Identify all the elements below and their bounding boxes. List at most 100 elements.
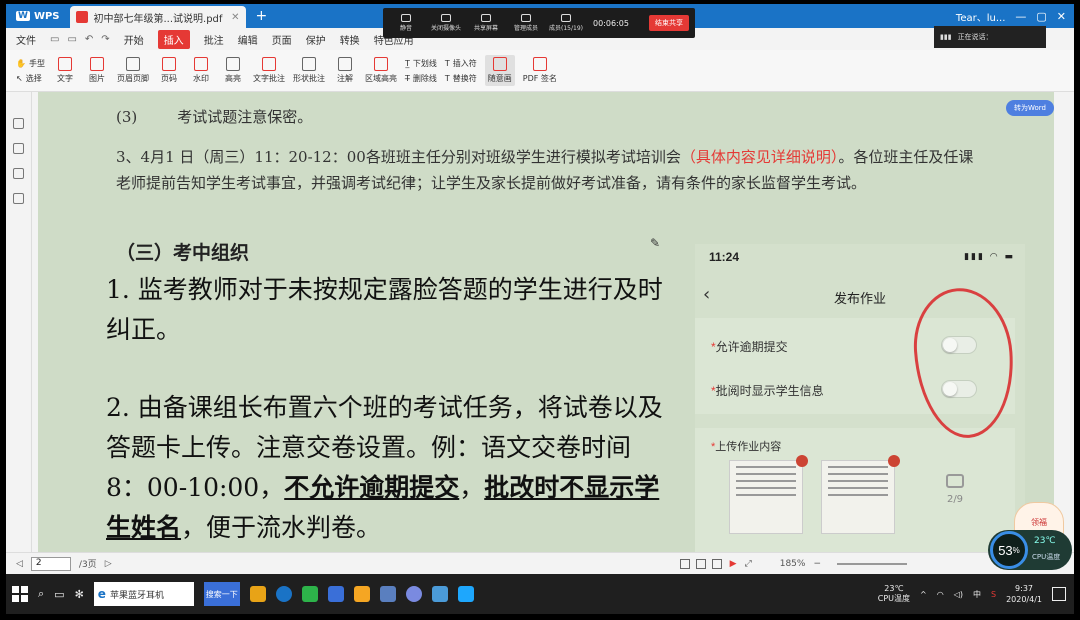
menu-convert[interactable]: 转换 bbox=[340, 32, 360, 47]
media-player-icon[interactable] bbox=[353, 586, 370, 602]
menu-page[interactable]: 页面 bbox=[272, 32, 292, 47]
undo-icon[interactable]: ↶ bbox=[85, 34, 93, 45]
replace-symbol-label: 替换符 bbox=[452, 73, 477, 83]
phone-signal-icon: ▮▮▮ ◠ ▬ bbox=[964, 252, 1015, 262]
text-tool-button[interactable]: 文字 bbox=[53, 57, 77, 84]
search-icon[interactable]: ⌕ bbox=[38, 587, 44, 601]
end-share-button[interactable]: 结束共享 bbox=[649, 15, 689, 31]
task-view-icon[interactable]: ▭ bbox=[54, 588, 64, 601]
member-count-button[interactable]: 成员(15/19) bbox=[549, 14, 583, 32]
text-comment-button[interactable]: 文字批注 bbox=[253, 57, 285, 84]
menu-comment[interactable]: 批注 bbox=[204, 32, 224, 47]
mute-label: 静音 bbox=[399, 25, 412, 32]
wps-home-tab[interactable]: W WPS bbox=[6, 11, 70, 22]
zoom-out-icon[interactable]: − bbox=[813, 559, 821, 569]
page-number-input[interactable]: 2 bbox=[30, 556, 71, 571]
mute-button[interactable]: 静音 bbox=[389, 14, 423, 32]
camera-button[interactable]: 关闭摄像头 bbox=[429, 14, 463, 32]
prev-page-icon[interactable]: ◁ bbox=[16, 559, 23, 569]
close-tab-icon[interactable]: ✕ bbox=[231, 12, 239, 23]
picture-tool-button[interactable]: 图片 bbox=[85, 57, 109, 84]
upload-thumbnail bbox=[821, 455, 900, 534]
browser-search-box[interactable]: e 苹果蓝牙耳机 bbox=[93, 582, 194, 606]
save-icon[interactable]: ▭ bbox=[50, 34, 59, 45]
redo-icon[interactable]: ↷ bbox=[101, 34, 109, 45]
app-sync-icon[interactable] bbox=[457, 586, 474, 602]
network-icon[interactable]: ◠ bbox=[937, 590, 944, 599]
browser-search-text: 苹果蓝牙耳机 bbox=[109, 590, 164, 601]
header-footer-button[interactable]: 页眉页脚 bbox=[117, 57, 149, 84]
menu-protect[interactable]: 保护 bbox=[306, 32, 326, 47]
paragraph-3-link[interactable]: （具体内容见详细说明） bbox=[681, 148, 839, 166]
header-footer-icon bbox=[125, 57, 140, 71]
meeting-timer: 00:06:05 bbox=[593, 18, 629, 28]
app-green-icon[interactable] bbox=[301, 586, 318, 602]
speaking-popup: ▮▮▮ 正在说话： bbox=[934, 26, 1046, 48]
app-blue-icon[interactable] bbox=[327, 586, 344, 602]
antivirus-icon[interactable]: S bbox=[991, 590, 996, 599]
windows-start-icon[interactable] bbox=[12, 586, 28, 602]
document-tab[interactable]: 初中部七年级第...试说明.pdf ✕ bbox=[69, 6, 246, 28]
screen: W WPS 初中部七年级第...试说明.pdf ✕ + Tear、lu... — … bbox=[6, 4, 1074, 614]
replace-symbol-button[interactable]: T 替换符 bbox=[445, 73, 477, 84]
page-number-button[interactable]: 页码 bbox=[157, 57, 181, 84]
audio-bars-icon: ▮▮▮ bbox=[940, 33, 952, 41]
outline-icon[interactable] bbox=[13, 118, 24, 129]
hand-tool-button[interactable]: ✋ 手型 bbox=[16, 58, 45, 69]
underline-button[interactable]: T̲ 下划线 bbox=[405, 58, 437, 69]
strikethrough-button[interactable]: T̶ 删除线 bbox=[405, 73, 437, 84]
print-icon[interactable]: ▭ bbox=[67, 34, 76, 45]
share-screen-button[interactable]: 共享屏幕 bbox=[469, 14, 503, 32]
paragraph-3-main: 3、4月1 日（周三）11：20-12：00各班班主任分别对班级学生进行模拟考试… bbox=[116, 148, 681, 166]
shape-comment-button[interactable]: 形状批注 bbox=[293, 57, 325, 84]
maximize-icon[interactable]: ▢ bbox=[1036, 10, 1046, 23]
zoom-slider[interactable] bbox=[837, 562, 908, 565]
clock[interactable]: 9:37 2020/4/1 bbox=[1006, 583, 1042, 605]
watermark-button[interactable]: 水印 bbox=[189, 57, 213, 84]
pen-icon bbox=[492, 57, 507, 71]
new-tab-button[interactable]: + bbox=[246, 8, 278, 24]
item-3-line: (3) 考试试题注意保密。 bbox=[116, 106, 312, 127]
pen-tool-button[interactable]: 随意画 bbox=[484, 55, 515, 86]
insert-symbol-button[interactable]: T 插入符 bbox=[445, 58, 477, 69]
ime-indicator[interactable]: 中 bbox=[973, 589, 981, 600]
pdf-sign-label: PDF 签名 bbox=[522, 74, 557, 83]
pdf-sign-button[interactable]: PDF 签名 bbox=[523, 57, 557, 84]
fan-icon[interactable]: ✻ bbox=[75, 588, 84, 601]
remove-thumbnail-icon bbox=[888, 455, 900, 467]
continuous-view-icon[interactable] bbox=[711, 558, 722, 569]
search-button[interactable]: 搜索一下 bbox=[203, 582, 240, 606]
bookmark-icon[interactable] bbox=[13, 168, 24, 179]
minimize-icon[interactable]: — bbox=[1015, 10, 1026, 23]
close-window-icon[interactable]: ✕ bbox=[1057, 10, 1066, 23]
select-label: 选择 bbox=[25, 73, 42, 83]
app-k-icon[interactable] bbox=[275, 586, 292, 602]
app-meeting-icon[interactable] bbox=[405, 586, 422, 602]
select-tool-button[interactable]: ↖ 选择 bbox=[16, 73, 45, 84]
volume-icon[interactable]: ◁) bbox=[954, 590, 963, 599]
app-window-icon[interactable] bbox=[379, 586, 396, 602]
single-page-view-icon[interactable] bbox=[679, 558, 690, 569]
next-page-icon[interactable]: ▷ bbox=[105, 559, 112, 569]
file-explorer-icon[interactable] bbox=[249, 586, 266, 602]
thumbnail-icon[interactable] bbox=[13, 143, 24, 154]
instruction-2-end: ，便于流水判卷。 bbox=[181, 513, 382, 542]
chevron-up-icon[interactable]: ^ bbox=[920, 590, 927, 599]
menu-edit[interactable]: 编辑 bbox=[238, 32, 258, 47]
area-highlight-button[interactable]: 区域高亮 bbox=[365, 57, 397, 84]
cpu-widget: 53% 23℃ CPU温度 bbox=[988, 530, 1072, 570]
user-avatar[interactable]: Tear、lu... bbox=[956, 9, 1005, 24]
manage-members-button[interactable]: 管理成员 bbox=[509, 14, 543, 32]
annotate-button[interactable]: 注解 bbox=[333, 57, 357, 84]
fit-width-icon[interactable]: ⤢ bbox=[745, 559, 752, 569]
highlight-button[interactable]: 高亮 bbox=[221, 57, 245, 84]
annotation-list-icon[interactable] bbox=[13, 193, 24, 204]
play-icon[interactable]: ▶ bbox=[730, 559, 737, 569]
menu-start[interactable]: 开始 bbox=[124, 32, 144, 47]
app-folder-icon[interactable] bbox=[431, 586, 448, 602]
convert-to-word-button[interactable]: 转为Word bbox=[1006, 100, 1054, 116]
double-page-view-icon[interactable] bbox=[695, 558, 706, 569]
menu-insert[interactable]: 插入 bbox=[157, 29, 190, 49]
notification-icon[interactable] bbox=[1052, 587, 1066, 601]
file-menu[interactable]: 文件 bbox=[16, 32, 36, 47]
